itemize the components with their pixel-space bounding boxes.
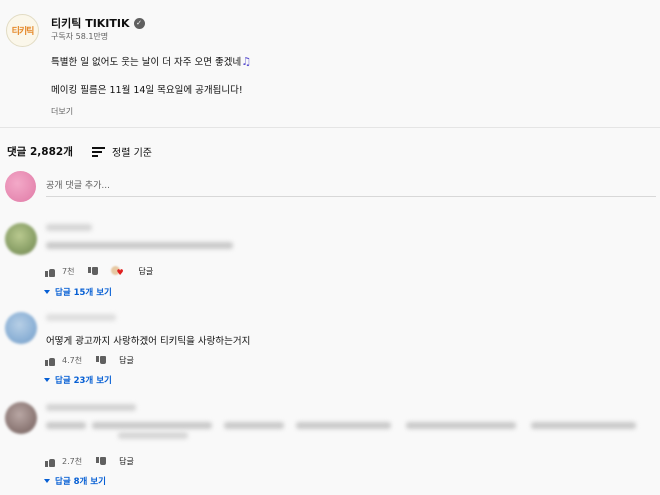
sort-button[interactable]: 정렬 기준 — [92, 144, 152, 159]
channel-avatar-logo: 티키틱 — [11, 27, 35, 37]
comment-text: 어떻게 광고까지 사랑하겠어 티키틱을 사랑하는거지 — [46, 336, 251, 347]
comment-avatar[interactable] — [5, 402, 37, 434]
comment-actions: 4.7천 답글 — [45, 355, 134, 366]
sort-icon — [92, 147, 105, 157]
section-divider — [0, 127, 660, 128]
comment-text-blurred — [46, 222, 646, 256]
add-comment-input[interactable]: 공개 댓글 추가... — [46, 178, 110, 191]
video-description-line-2: 메이킹 필름은 11월 14일 목요일에 공개됩니다! — [51, 85, 243, 96]
sort-label: 정렬 기준 — [112, 148, 152, 159]
reply-button[interactable]: 답글 — [119, 456, 134, 467]
chevron-down-icon — [44, 479, 50, 483]
like-count: 4.7천 — [62, 356, 83, 365]
comment-actions: 7천 ♥ 답글 — [45, 266, 153, 277]
chevron-down-icon — [44, 290, 50, 294]
view-replies-label: 답글 23개 보기 — [55, 376, 112, 386]
like-count: 2.7천 — [62, 457, 83, 466]
comment-count: 댓글 2,882개 — [7, 146, 73, 158]
video-description-line-1: 특별한 일 없어도 웃는 날이 더 자주 오면 좋겠네♫ — [51, 54, 251, 68]
like-icon[interactable] — [45, 356, 55, 366]
comment-avatar[interactable] — [5, 223, 37, 255]
comment-author-blurred — [46, 313, 646, 323]
view-replies-label: 답글 15개 보기 — [55, 288, 112, 298]
view-replies-button[interactable]: 답글 15개 보기 — [44, 286, 112, 298]
dislike-icon[interactable] — [96, 355, 107, 366]
reply-button[interactable]: 답글 — [119, 355, 134, 366]
comment-avatar[interactable] — [5, 312, 37, 344]
description-text-1: 특별한 일 없어도 웃는 날이 더 자주 오면 좋겠네 — [51, 57, 242, 68]
add-comment-underline — [46, 196, 656, 197]
subscriber-count: 구독자 58.1만명 — [51, 32, 109, 41]
view-replies-label: 답글 8개 보기 — [55, 477, 106, 487]
channel-avatar[interactable]: 티키틱 — [6, 14, 39, 47]
show-more-button[interactable]: 더보기 — [51, 106, 73, 117]
channel-name-label: 티키틱 TIKITIK — [51, 17, 130, 30]
dislike-icon[interactable] — [88, 266, 99, 277]
view-replies-button[interactable]: 답글 23개 보기 — [44, 374, 112, 386]
chevron-down-icon — [44, 378, 50, 382]
channel-name[interactable]: 티키틱 TIKITIK ✓ — [51, 15, 145, 31]
like-icon[interactable] — [45, 267, 55, 277]
reply-button[interactable]: 답글 — [138, 266, 153, 277]
view-replies-button[interactable]: 답글 8개 보기 — [44, 475, 106, 487]
like-icon[interactable] — [45, 457, 55, 467]
creator-heart-icon: ♥ — [111, 266, 124, 277]
like-count: 7천 — [62, 267, 75, 276]
comment-text-blurred — [46, 402, 646, 442]
user-avatar — [5, 171, 36, 202]
music-note-icon: ♫ — [241, 55, 252, 68]
verified-check-icon: ✓ — [133, 17, 145, 29]
comment-actions: 2.7천 답글 — [45, 456, 134, 467]
dislike-icon[interactable] — [96, 456, 107, 467]
